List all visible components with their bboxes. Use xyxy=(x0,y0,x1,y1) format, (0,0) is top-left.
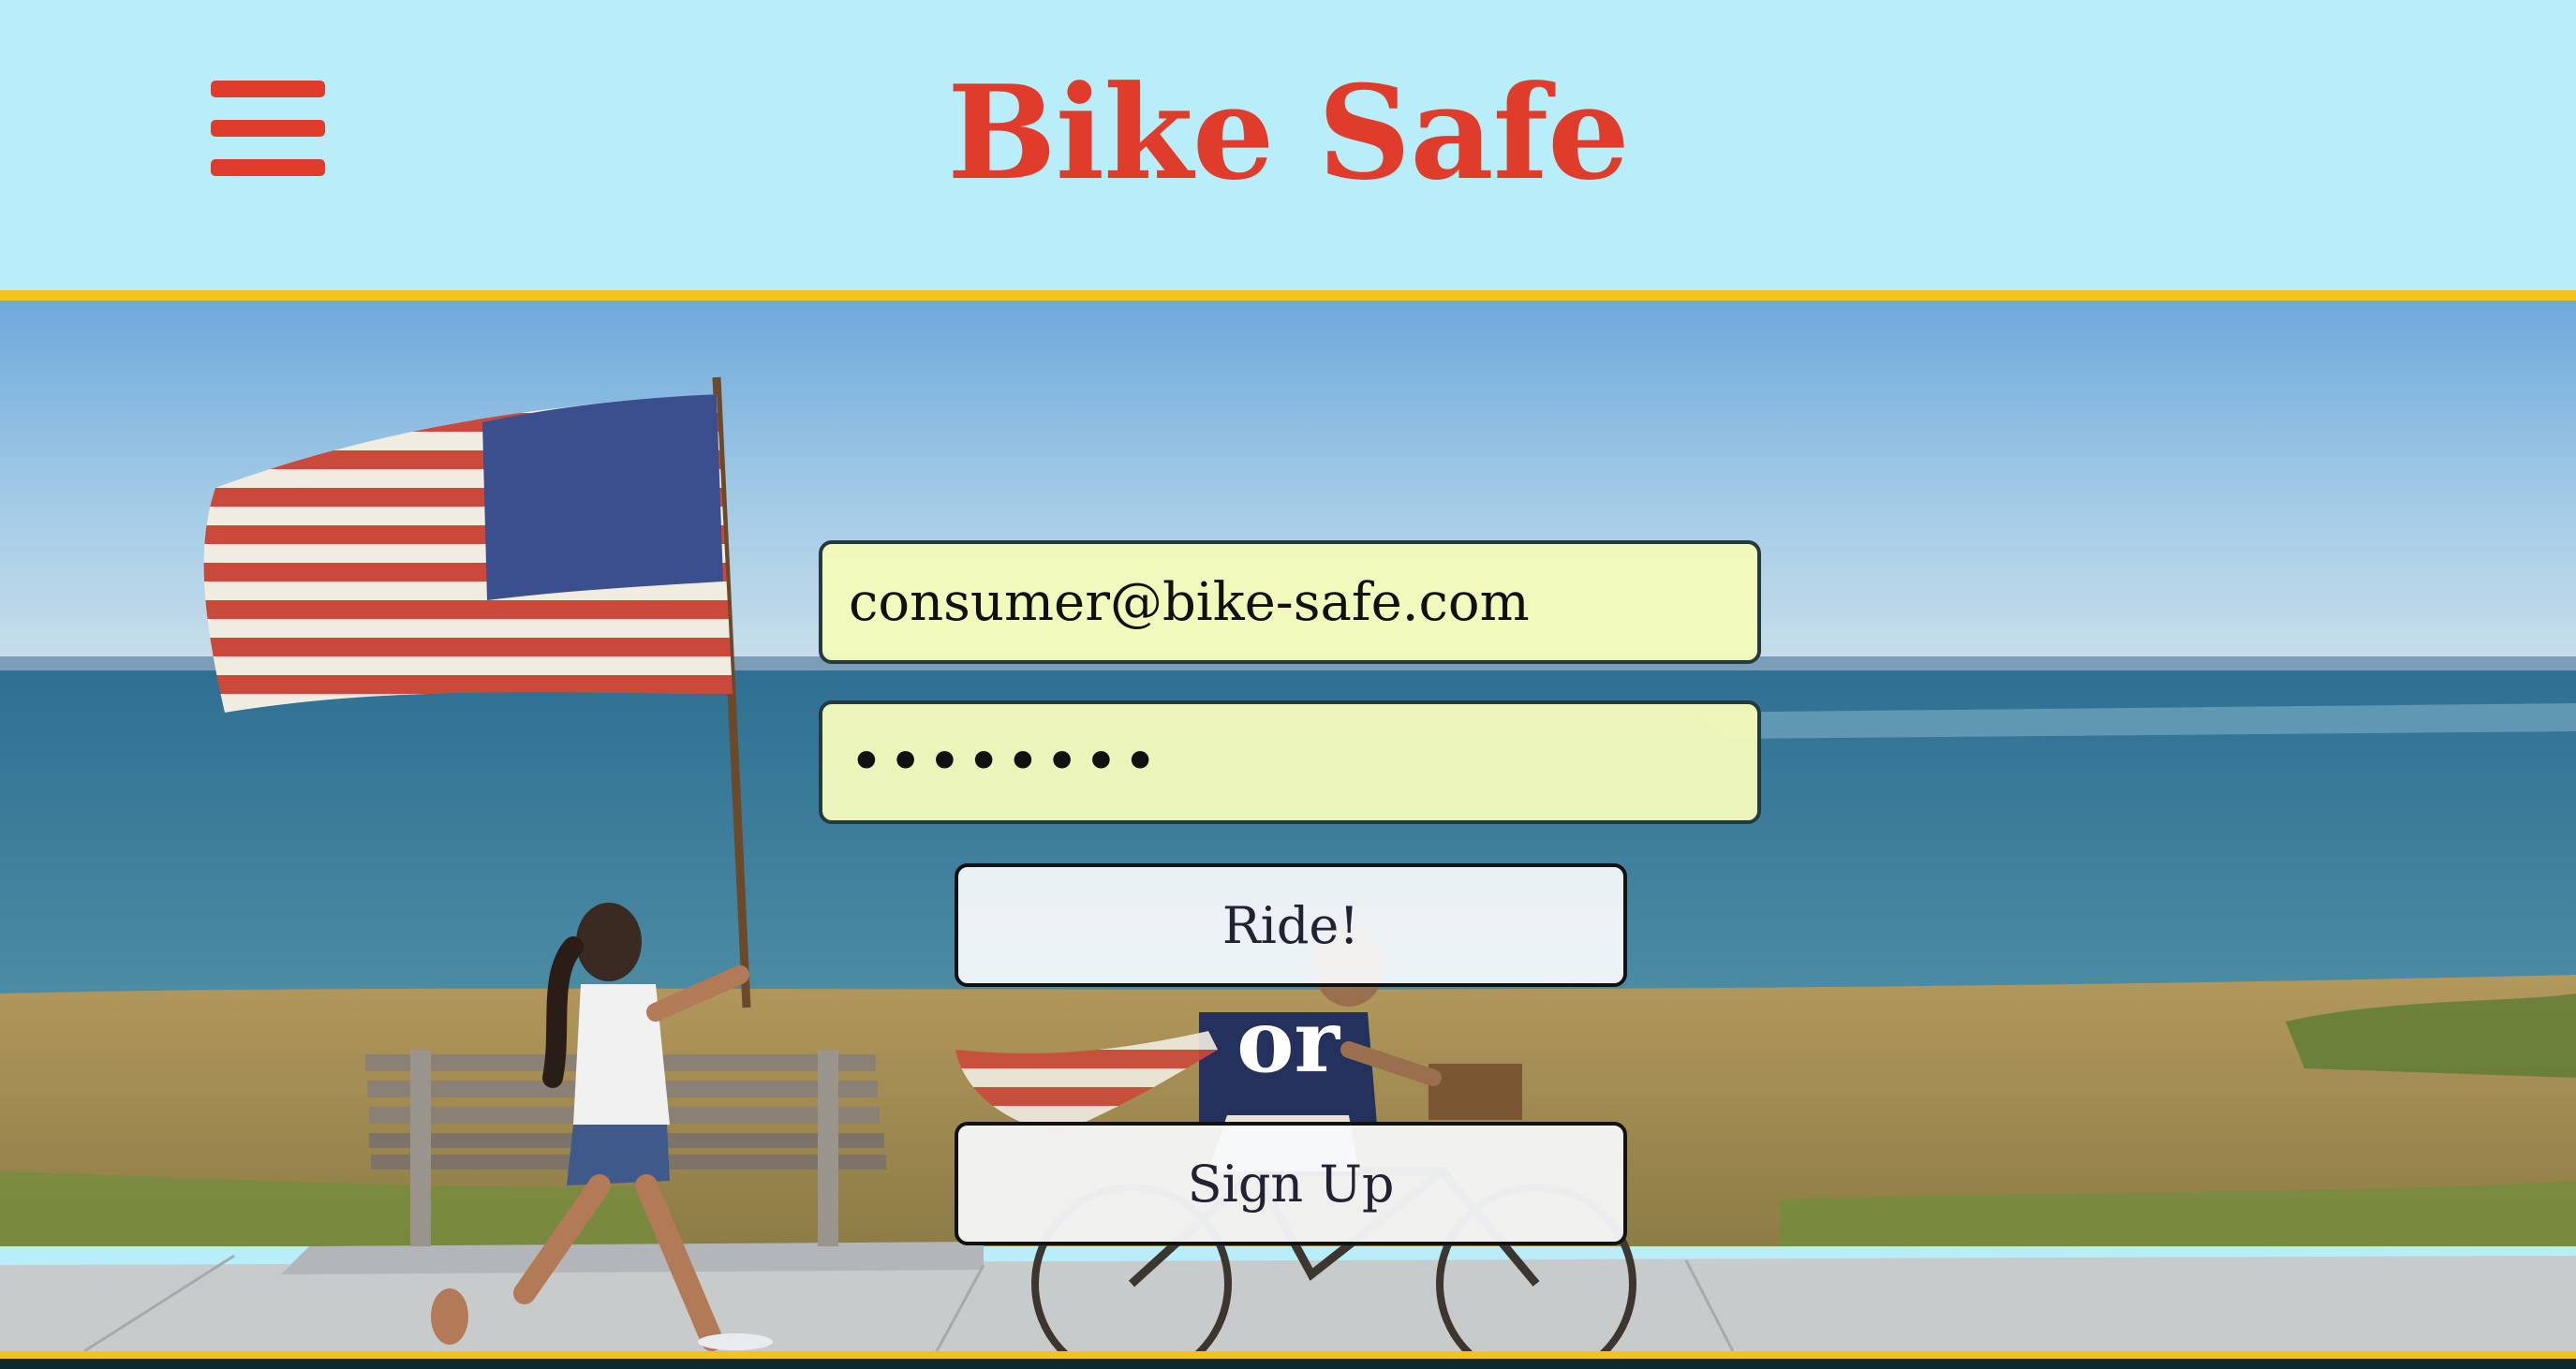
sign-up-button[interactable]: Sign Up xyxy=(955,1122,1627,1245)
footer-divider xyxy=(0,1351,2576,1359)
app-title: Bike Safe xyxy=(947,56,1630,209)
email-field[interactable] xyxy=(819,540,1761,664)
app-root: Bike Safe consumer@bike-safe.com •••••••… xyxy=(0,0,2576,1369)
top-header: Bike Safe xyxy=(0,0,2576,290)
footer-edge xyxy=(0,1359,2576,1369)
ride-button[interactable]: Ride! xyxy=(955,863,1627,987)
header-divider xyxy=(0,290,2576,301)
password-field[interactable] xyxy=(819,700,1761,824)
or-separator: or xyxy=(1236,991,1340,1092)
